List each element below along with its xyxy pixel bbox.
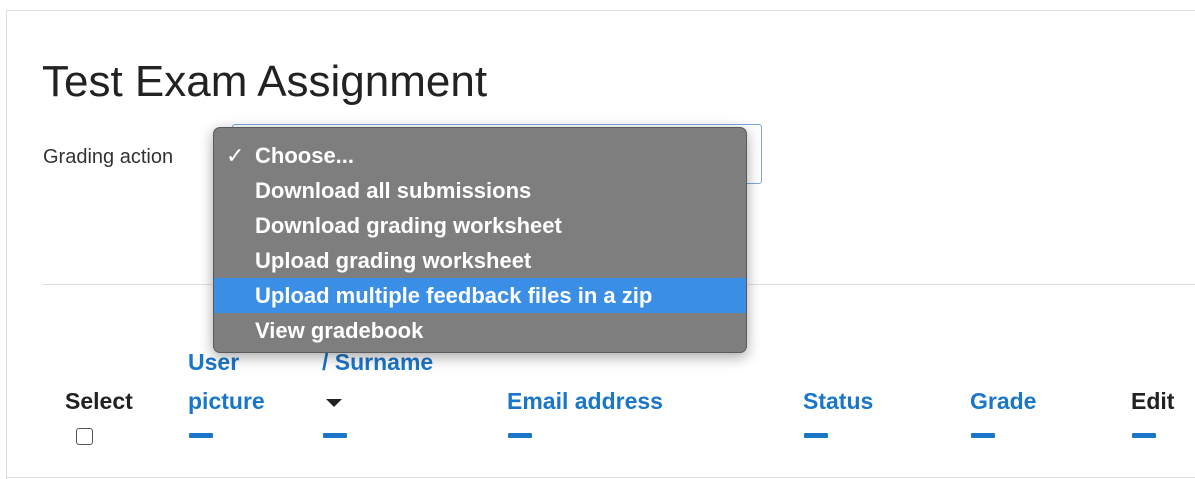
collapse-name-icon[interactable] <box>323 433 347 438</box>
menu-item-view-gradebook[interactable]: View gradebook <box>214 313 746 348</box>
menu-item-upload-grading-worksheet[interactable]: Upload grading worksheet <box>214 243 746 278</box>
collapse-grade-icon[interactable] <box>971 433 995 438</box>
menu-item-label: Download grading worksheet <box>255 213 562 238</box>
collapse-email-icon[interactable] <box>508 433 532 438</box>
menu-item-label: Choose... <box>255 143 355 168</box>
menu-item-download-all-submissions[interactable]: Download all submissions <box>214 173 746 208</box>
menu-item-label: Upload multiple feedback files in a zip <box>255 283 653 308</box>
grading-action-dropdown-menu: ✓ Choose... Download all submissions Dow… <box>213 127 747 353</box>
column-header-grade[interactable]: Grade <box>970 387 1036 415</box>
collapse-user-picture-icon[interactable] <box>189 433 213 438</box>
page-title: Test Exam Assignment <box>42 57 488 106</box>
column-header-email[interactable]: Email address <box>507 387 663 415</box>
menu-item-upload-feedback-zip[interactable]: Upload multiple feedback files in a zip <box>214 278 746 313</box>
column-header-select: Select <box>65 388 133 414</box>
column-header-status[interactable]: Status <box>803 387 873 415</box>
checkmark-icon: ✓ <box>226 143 245 168</box>
select-all-checkbox[interactable] <box>76 428 93 445</box>
column-header-user-picture-line2[interactable]: picture <box>188 387 265 415</box>
column-header-edit: Edit <box>1131 388 1175 414</box>
grading-action-label: Grading action <box>43 146 174 168</box>
menu-item-download-grading-worksheet[interactable]: Download grading worksheet <box>214 208 746 243</box>
sort-descending-icon[interactable] <box>326 399 342 407</box>
menu-item-label: View gradebook <box>255 318 424 343</box>
menu-item-label: Upload grading worksheet <box>255 248 532 273</box>
table-bottom-border <box>6 477 1195 478</box>
collapse-status-icon[interactable] <box>804 433 828 438</box>
collapse-edit-icon[interactable] <box>1132 433 1156 438</box>
menu-item-label: Download all submissions <box>255 178 532 203</box>
menu-item-choose[interactable]: ✓ Choose... <box>214 138 746 173</box>
